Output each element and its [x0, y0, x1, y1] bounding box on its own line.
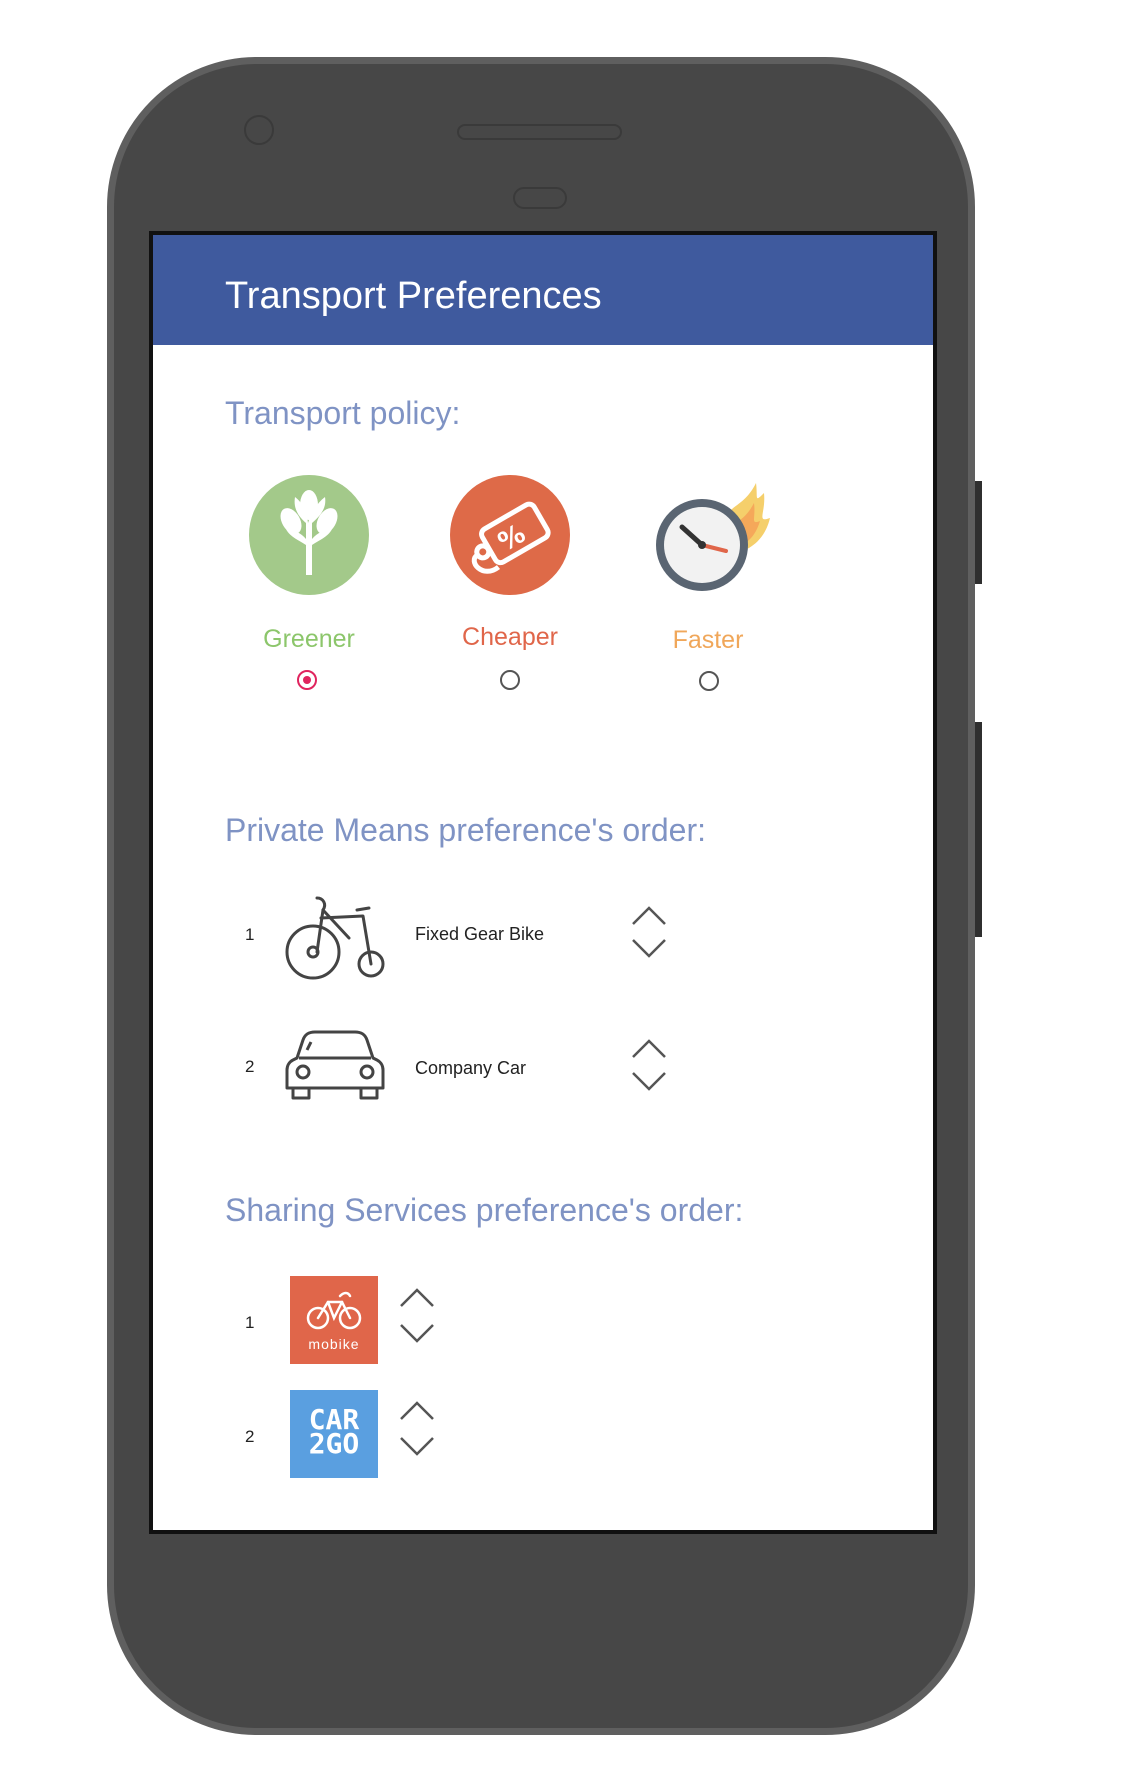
clock-fire-icon	[656, 483, 770, 591]
radio-cheaper[interactable]	[500, 670, 520, 690]
private-means-row: 2 Company Car	[153, 1025, 933, 1115]
rank-number: 1	[245, 925, 255, 944]
row-label: Company Car	[415, 1058, 527, 1078]
policy-option-faster[interactable]: Faster	[638, 475, 778, 735]
policy-option-greener[interactable]: Greener	[239, 475, 379, 735]
app-bar: Transport Preferences	[153, 235, 933, 345]
bicycle-icon	[306, 1291, 362, 1330]
front-camera	[244, 115, 274, 145]
policy-label-faster: Faster	[672, 626, 744, 654]
price-tag-icon: %	[450, 475, 570, 595]
car2go-logo: CAR 2GO	[290, 1390, 378, 1478]
transport-policy-heading: Transport policy:	[225, 395, 461, 431]
row-label: Fixed Gear Bike	[415, 924, 545, 944]
sharing-service-row: 1 mobike	[153, 1276, 933, 1368]
private-means-heading: Private Means preference's order:	[225, 812, 706, 848]
rank-number: 2	[245, 1427, 255, 1446]
radio-greener[interactable]	[297, 670, 317, 690]
proximity-sensor	[513, 187, 567, 209]
tree-icon	[249, 475, 369, 595]
radio-faster[interactable]	[699, 671, 719, 691]
car-icon	[285, 1030, 385, 1100]
policy-label-greener: Greener	[263, 625, 355, 653]
move-down-button[interactable]	[397, 1434, 437, 1460]
earpiece-speaker	[457, 124, 622, 140]
move-up-button[interactable]	[629, 902, 669, 928]
sharing-services-heading: Sharing Services preference's order:	[225, 1192, 744, 1228]
move-down-button[interactable]	[629, 1069, 669, 1095]
page-title: Transport Preferences	[225, 275, 602, 317]
move-up-button[interactable]	[397, 1284, 437, 1310]
mobike-logo: mobike	[290, 1276, 378, 1364]
move-up-button[interactable]	[397, 1397, 437, 1423]
app-screen: Transport Preferences Transport policy: …	[149, 231, 937, 1534]
policy-option-cheaper[interactable]: % Cheaper	[440, 475, 580, 735]
move-up-button[interactable]	[629, 1035, 669, 1061]
move-down-button[interactable]	[397, 1321, 437, 1347]
logo-text: mobike	[308, 1336, 360, 1352]
power-button[interactable]	[975, 481, 982, 584]
sharing-service-row: 2 CAR 2GO	[153, 1390, 933, 1482]
rank-number: 1	[245, 1313, 255, 1332]
private-means-row: 1 Fixed Gear Bike	[153, 890, 933, 990]
logo-text-line2: 2GO	[308, 1427, 360, 1460]
move-down-button[interactable]	[629, 936, 669, 962]
volume-button[interactable]	[975, 722, 982, 937]
rank-number: 2	[245, 1057, 255, 1076]
bicycle-icon	[285, 896, 385, 980]
policy-label-cheaper: Cheaper	[462, 623, 558, 651]
